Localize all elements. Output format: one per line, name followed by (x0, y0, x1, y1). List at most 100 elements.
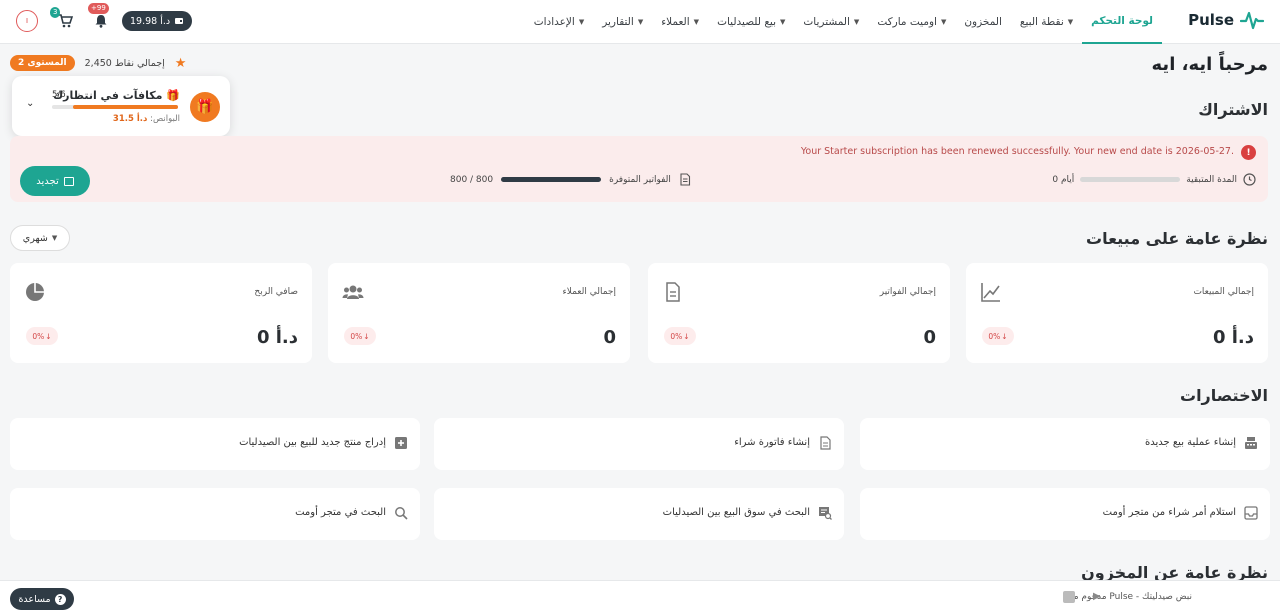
shortcut-purchase-invoice[interactable]: إنشاء فاتورة شراء (434, 418, 844, 470)
wallet-icon (175, 18, 184, 24)
card-label: إجمالي العملاء (562, 287, 616, 297)
points-summary: المستوى 2 إجمالي نقاط 2,450 ★ (10, 55, 186, 71)
bonus-value: د.أ 31.5 (112, 114, 148, 124)
caret-down-icon: ▼ (578, 18, 585, 26)
pie-icon (26, 283, 44, 301)
shortcut-label: استلام أمر شراء من متجر أومت (1102, 507, 1236, 518)
desktop-app-icon[interactable] (1063, 591, 1075, 603)
top-navbar: Pulse لوحة التحكم نقطة البيع ▼ المخزون او… (0, 0, 1280, 44)
card-label: صافي الربح (254, 287, 298, 297)
bell-icon (95, 15, 107, 28)
caret-down-icon: ▼ (693, 18, 700, 26)
main-menu: لوحة التحكم نقطة البيع ▼ المخزون اوميت ما… (525, 0, 1162, 44)
rewards-title: مكافآت في انتظارك (53, 89, 163, 102)
nav-customers[interactable]: العملاء ▼ (652, 0, 708, 44)
renew-icon (63, 176, 74, 186)
caret-down-icon: ▼ (940, 18, 947, 26)
nav-purchases[interactable]: المشتريات ▼ (794, 0, 868, 44)
document-icon (820, 436, 831, 450)
shortcut-label: إنشاء فاتورة شراء (734, 437, 810, 448)
caret-down-icon: ▼ (1067, 18, 1074, 26)
brand-logo[interactable]: Pulse (1188, 10, 1264, 30)
notifications-button[interactable]: +99 (88, 3, 110, 30)
shortcut-search-omet[interactable]: البحث في متجر أومت (10, 488, 420, 540)
brand-name: Pulse (1188, 11, 1234, 29)
nav-sell-pharmacies[interactable]: بيع للصيدليات ▼ (708, 0, 794, 44)
cart-icon (58, 14, 73, 28)
card-label: إجمالي المبيعات (1193, 287, 1254, 297)
caret-down-icon: ▼ (780, 18, 786, 26)
card-net-profit: صافي الربح د.أ 0 0% ↓ (10, 263, 312, 363)
nav-settings[interactable]: الإعدادات ▼ (525, 0, 593, 44)
level-badge: المستوى 2 (10, 55, 75, 71)
inbox-icon (1244, 506, 1258, 520)
caret-down-icon: ▼ (853, 18, 860, 26)
remaining-label: المدة المتبقية (1186, 174, 1237, 185)
gift-icon: 🎁 (190, 92, 220, 122)
help-button[interactable]: مساعدة ? (10, 588, 74, 610)
shortcut-list-product[interactable]: إدراج منتج جديد للبيع بين الصيدليات (10, 418, 420, 470)
wallet-balance[interactable]: د.أ 19.98 (122, 11, 193, 31)
register-icon (1245, 437, 1257, 449)
invoices-value: 800 / 800 (450, 174, 494, 185)
period-select[interactable]: شهري ▼ (10, 225, 70, 251)
invoices-label: الفواتير المتوفرة (609, 174, 671, 185)
users-icon (342, 285, 364, 299)
sales-heading: نظرة عامة على مبيعات (1086, 229, 1268, 248)
card-total-sales: إجمالي المبيعات د.أ 0 0% ↓ (966, 263, 1268, 363)
shortcut-label: البحث في سوق البيع بين الصيدليات (662, 507, 810, 518)
shortcuts-heading: الاختصارات (1179, 386, 1268, 405)
card-total-customers: إجمالي العملاء 0 0% ↓ (328, 263, 630, 363)
remaining-bar (1080, 177, 1181, 182)
cart-button[interactable]: 3 (50, 7, 74, 30)
shortcut-label: البحث في متجر أومت (295, 507, 386, 518)
apple-icon[interactable] (1121, 591, 1133, 603)
shortcut-label: إدراج منتج جديد للبيع بين الصيدليات (239, 437, 386, 448)
play-store-icon[interactable]: ▶ (1093, 591, 1105, 603)
footer: مدعوم من Pulse - نبض صيدليتك ▶ مساعدة ? (0, 580, 1280, 613)
change-badge: 0% ↓ (344, 327, 376, 345)
shortcut-receive-order[interactable]: استلام أمر شراء من متجر أومت (860, 488, 1270, 540)
nav-pos[interactable]: نقطة البيع ▼ (1011, 0, 1082, 44)
bonus-label: البوانص: (150, 114, 180, 124)
shortcut-label: إنشاء عملية بيع جديدة (1144, 437, 1236, 448)
rewards-progress-fill (73, 105, 178, 109)
nav-omet-market[interactable]: اوميت ماركت ▼ (868, 0, 955, 44)
caret-down-icon: ▼ (637, 18, 644, 26)
shortcut-search-market[interactable]: البحث في سوق البيع بين الصيدليات (434, 488, 844, 540)
subscription-heading: الاشتراك (1198, 100, 1268, 119)
card-value: 0 (603, 327, 616, 348)
nav-dashboard[interactable]: لوحة التحكم (1082, 0, 1162, 44)
subscription-panel: ! Your Starter subscription has been ren… (10, 136, 1268, 202)
card-label: إجمالي الفواتير (879, 287, 936, 297)
remaining-period: المدة المتبقية 0 أيام (1052, 173, 1256, 186)
rewards-count: 5/6 (52, 90, 66, 100)
caret-down-icon: ▼ (51, 234, 58, 242)
rewards-card[interactable]: 🎁 مكافآت في انتظارك 🎁 5/6 البوانص: د.أ 3… (12, 76, 230, 136)
search-icon (395, 507, 408, 520)
invoice-icon (680, 173, 690, 186)
greeting-title: مرحباً ايه، ايه (1151, 54, 1268, 75)
nav-reports[interactable]: التقارير ▼ (593, 0, 652, 44)
notifications-badge: +99 (88, 3, 109, 14)
change-badge: 0% ↓ (664, 327, 696, 345)
renew-button[interactable]: تجديد (20, 166, 90, 196)
card-value: د.أ 0 (1212, 327, 1254, 348)
shortcut-new-sale[interactable]: إنشاء عملية بيع جديدة (860, 418, 1270, 470)
trend-icon (981, 283, 1000, 302)
gift-emoji-icon: 🎁 (166, 89, 180, 102)
plus-box-icon (395, 437, 407, 449)
power-icon[interactable]: ı (16, 10, 38, 32)
subscription-message: Your Starter subscription has been renew… (800, 146, 1234, 157)
nav-inventory[interactable]: المخزون (955, 0, 1011, 44)
change-badge: 0% ↓ (982, 327, 1014, 345)
arrow-down-icon: ↓ (45, 331, 52, 341)
clock-icon (1243, 173, 1256, 186)
star-icon: ★ (174, 55, 187, 71)
points-total: إجمالي نقاط 2,450 (84, 57, 165, 69)
alert-icon: ! (1241, 145, 1256, 160)
chevron-down-icon[interactable]: ⌄ (26, 98, 34, 109)
arrow-down-icon: ↓ (683, 331, 690, 341)
change-badge: 0% ↓ (26, 327, 58, 345)
remaining-value: 0 أيام (1052, 174, 1075, 185)
